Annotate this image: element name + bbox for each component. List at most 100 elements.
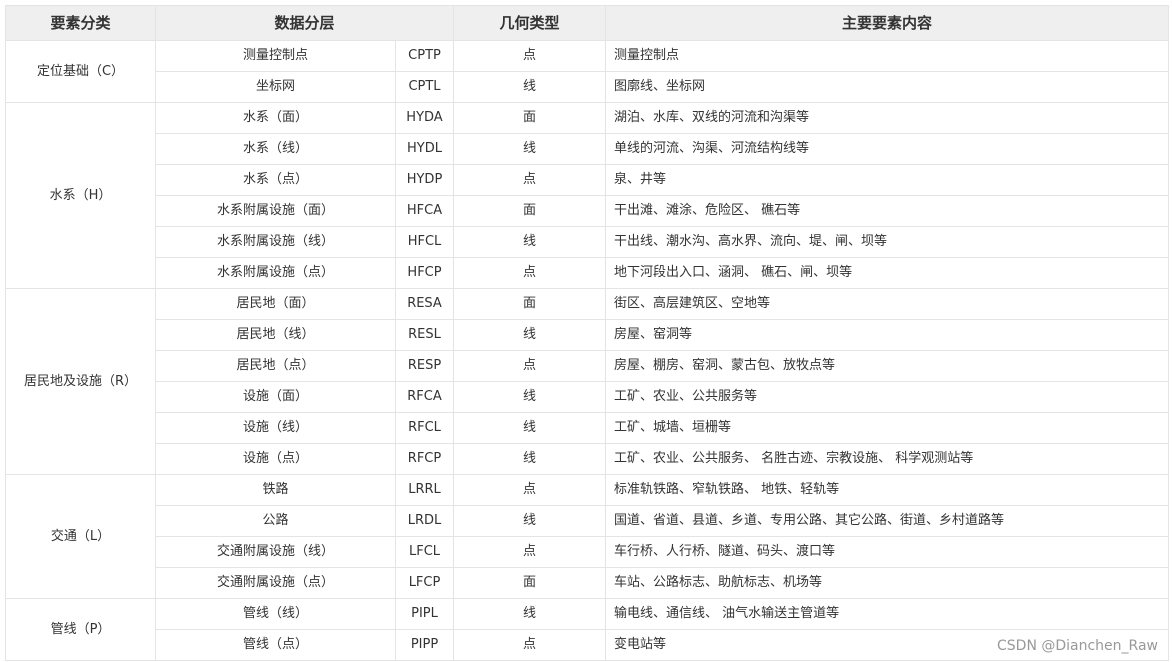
layer-cell: 设施（面） xyxy=(155,381,396,413)
content-cell: 房屋、棚房、窑洞、蒙古包、放牧点等 xyxy=(605,350,1170,382)
geometry-cell: 线 xyxy=(453,381,607,413)
layer-cell: 水系（面） xyxy=(155,102,396,134)
code-cell: PIPP xyxy=(394,629,455,661)
table-row: 水系附属设施（线） HFCL 线干出线、潮水沟、高水界、流向、堤、闸、坝等 xyxy=(6,226,1170,258)
layer-cell: 交通附属设施（线） xyxy=(155,536,396,568)
content-cell: 单线的河流、沟渠、河流结构线等 xyxy=(605,133,1170,165)
code-cell: LRDL xyxy=(394,505,455,537)
layer-cell: 水系（线） xyxy=(155,133,396,165)
content-cell: 街区、高层建筑区、空地等 xyxy=(605,288,1170,320)
code-cell: HYDA xyxy=(394,102,455,134)
layer-cell: 设施（线） xyxy=(155,412,396,444)
table-row: 定位基础（C） 测量控制点 CPTP 点测量控制点 xyxy=(5,40,1170,103)
category-cell: 定位基础（C） xyxy=(5,40,156,103)
code-cell: LRRL xyxy=(394,474,455,506)
code-cell: CPTL xyxy=(394,71,455,103)
content-cell: 工矿、农业、公共服务等 xyxy=(605,381,1170,413)
code-cell: PIPL xyxy=(394,598,455,630)
geometry-cell: 线 xyxy=(453,505,607,537)
code-cell: RFCP xyxy=(394,443,455,475)
header-row: 要素分类 数据分层 几何类型 主要要素内容 xyxy=(5,5,1170,41)
content-cell: 泉、井等 xyxy=(605,164,1170,196)
table-row: 居民地（点） RESP 点房屋、棚房、窑洞、蒙古包、放牧点等 xyxy=(6,350,1170,382)
geometry-cell: 线 xyxy=(453,133,607,165)
table-body: 定位基础（C） 测量控制点 CPTP 点测量控制点 坐标网 CPTL 线图廓线、坐标网 水系（… xyxy=(5,40,1170,661)
header-layer: 数据分层 xyxy=(154,5,455,41)
content-cell: 工矿、城墙、垣栅等 xyxy=(605,412,1170,444)
content-cell: 房屋、窑洞等 xyxy=(605,319,1170,351)
table-row: 管线（P） 管线（线） PIPL 线输电线、通信线、 油气水输送主管道等 xyxy=(5,598,1170,661)
geometry-cell: 面 xyxy=(453,102,607,134)
content-cell: 地下河段出入口、涵洞、 礁石、闸、坝等 xyxy=(605,257,1170,289)
category-cell: 居民地及设施（R） xyxy=(5,288,156,475)
content-cell: 车行桥、人行桥、隧道、码头、渡口等 xyxy=(605,536,1170,568)
table-row: 设施（面） RFCA 线工矿、农业、公共服务等 xyxy=(6,381,1170,413)
layer-cell: 居民地（线） xyxy=(155,319,396,351)
content-cell: 车站、公路标志、助航标志、机场等 xyxy=(605,567,1170,599)
table-row: 水系（H） 水系（面） HYDA 面湖泊、水库、双线的河流和沟渠等 xyxy=(5,102,1170,289)
content-cell: 湖泊、水库、双线的河流和沟渠等 xyxy=(605,102,1170,134)
geometry-cell: 线 xyxy=(453,319,607,351)
table-row: 水系附属设施（点） HFCP 点地下河段出入口、涵洞、 礁石、闸、坝等 xyxy=(6,257,1170,289)
table-row: 管线（点） PIPP 点变电站等 xyxy=(6,629,1170,661)
geometry-cell: 线 xyxy=(453,226,607,258)
layer-cell: 测量控制点 xyxy=(155,40,396,72)
layer-cell: 水系附属设施（点） xyxy=(155,257,396,289)
table-row: 水系（线） HYDL 线单线的河流、沟渠、河流结构线等 xyxy=(6,133,1170,165)
layer-cell: 居民地（点） xyxy=(155,350,396,382)
category-cell: 管线（P） xyxy=(5,598,156,661)
geometry-cell: 线 xyxy=(453,412,607,444)
code-cell: HFCP xyxy=(394,257,455,289)
code-cell: LFCP xyxy=(394,567,455,599)
content-cell: 图廓线、坐标网 xyxy=(605,71,1170,103)
table-row: 居民地及设施（R） 居民地（面） RESA 面街区、高层建筑区、空地等 xyxy=(5,288,1170,475)
geometry-cell: 点 xyxy=(453,629,607,661)
layer-cell: 管线（线） xyxy=(155,598,396,630)
table-row: 交通附属设施（点） LFCP 面车站、公路标志、助航标志、机场等 xyxy=(6,567,1170,599)
code-cell: HFCL xyxy=(394,226,455,258)
category-cell: 交通（L） xyxy=(5,474,156,599)
geometry-cell: 点 xyxy=(453,164,607,196)
table-row: 水系（点） HYDP 点泉、井等 xyxy=(6,164,1170,196)
layer-cell: 交通附属设施（点） xyxy=(155,567,396,599)
geometry-cell: 点 xyxy=(453,536,607,568)
table-row: 交通（L） 铁路 LRRL 点标准轨铁路、窄轨铁路、 地铁、轻轨等 xyxy=(5,474,1170,599)
content-cell: 标准轨铁路、窄轨铁路、 地铁、轻轨等 xyxy=(605,474,1170,506)
geometry-cell: 面 xyxy=(453,195,607,227)
layer-cell: 坐标网 xyxy=(155,71,396,103)
header-geometry: 几何类型 xyxy=(453,5,607,41)
content-cell: 测量控制点 xyxy=(605,40,1170,72)
content-cell: 工矿、农业、公共服务、 名胜古迹、宗教设施、 科学观测站等 xyxy=(605,443,1170,475)
watermark: CSDN @Dianchen_Raw xyxy=(997,638,1158,654)
table-row: 公路 LRDL 线国道、省道、县道、乡道、专用公路、其它公路、街道、乡村道路等 xyxy=(6,505,1170,537)
code-cell: RFCL xyxy=(394,412,455,444)
category-cell: 水系（H） xyxy=(5,102,156,289)
layer-cell: 水系附属设施（面） xyxy=(155,195,396,227)
table-header: 要素分类 数据分层 几何类型 主要要素内容 xyxy=(5,5,1170,41)
table-row: 坐标网 CPTL 线图廓线、坐标网 xyxy=(6,71,1170,103)
table-row: 设施（线） RFCL 线工矿、城墙、垣栅等 xyxy=(6,412,1170,444)
layer-cell: 铁路 xyxy=(155,474,396,506)
geometry-cell: 线 xyxy=(453,443,607,475)
code-cell: RESP xyxy=(394,350,455,382)
geometry-cell: 面 xyxy=(453,567,607,599)
code-cell: HFCA xyxy=(394,195,455,227)
table-row: 水系附属设施（面） HFCA 面干出滩、滩涂、危险区、 礁石等 xyxy=(6,195,1170,227)
geometry-cell: 线 xyxy=(453,71,607,103)
code-cell: HYDL xyxy=(394,133,455,165)
geometry-cell: 点 xyxy=(453,257,607,289)
geometry-cell: 点 xyxy=(453,40,607,72)
table-row: 设施（点） RFCP 线工矿、农业、公共服务、 名胜古迹、宗教设施、 科学观测站等 xyxy=(6,443,1170,475)
layer-cell: 公路 xyxy=(155,505,396,537)
content-cell: 干出线、潮水沟、高水界、流向、堤、闸、坝等 xyxy=(605,226,1170,258)
header-category: 要素分类 xyxy=(5,5,156,41)
feature-table: 要素分类 数据分层 几何类型 主要要素内容 定位基础（C） 测量控制点 CPTP 点测… xyxy=(5,5,1170,661)
code-cell: CPTP xyxy=(394,40,455,72)
layer-cell: 水系附属设施（线） xyxy=(155,226,396,258)
geometry-cell: 点 xyxy=(453,350,607,382)
layer-cell: 居民地（面） xyxy=(155,288,396,320)
code-cell: HYDP xyxy=(394,164,455,196)
layer-cell: 水系（点） xyxy=(155,164,396,196)
header-content: 主要要素内容 xyxy=(605,5,1170,41)
geometry-cell: 点 xyxy=(453,474,607,506)
